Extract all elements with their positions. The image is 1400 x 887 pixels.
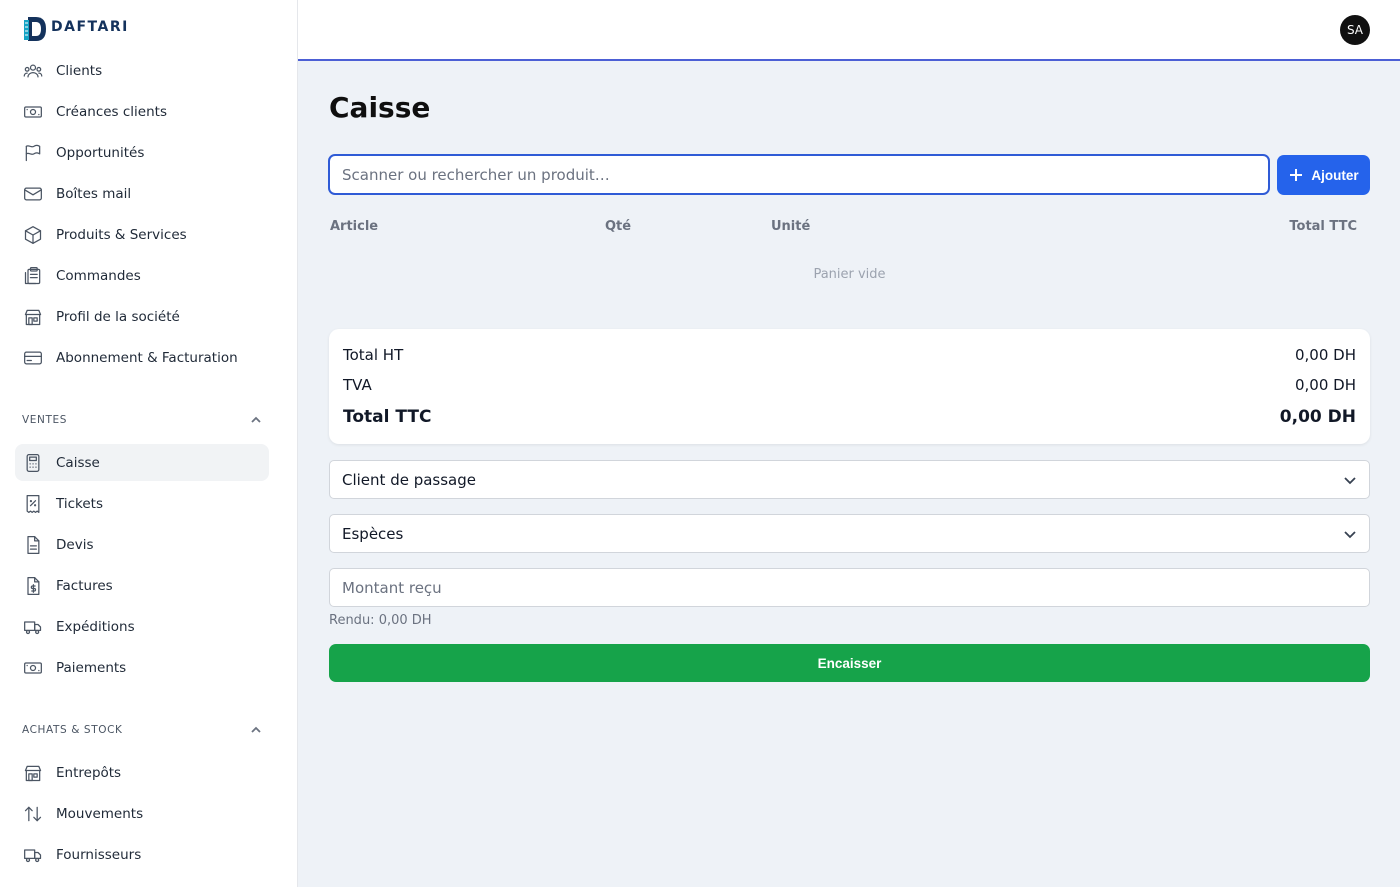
tva-label: TVA (343, 376, 372, 394)
amount-received-input[interactable] (329, 568, 1370, 607)
sidebar-item-label: Mouvements (56, 805, 144, 822)
sidebar-item-caisse[interactable]: Caisse (15, 444, 269, 481)
sidebar-item-label: Entrepôts (56, 764, 122, 781)
section-achats-toggle[interactable]: ACHATS & STOCK (22, 720, 262, 740)
total-ttc-label: Total TTC (343, 407, 432, 427)
sidebar-item-abonnement[interactable]: Abonnement & Facturation (15, 339, 269, 376)
mail-icon (22, 183, 44, 205)
sidebar-item-label: Opportunités (56, 144, 145, 161)
sidebar-item-label: Boîtes mail (56, 185, 132, 202)
brand-tagline (51, 36, 129, 39)
column-header-article: Article (330, 219, 379, 234)
logo-mark-icon (22, 14, 48, 44)
warehouse-icon (22, 762, 44, 784)
sidebar-item-commandes[interactable]: Commandes (15, 257, 269, 294)
receipt-icon (22, 493, 44, 515)
truck-icon (22, 616, 44, 638)
chevron-down-icon (1344, 530, 1356, 538)
sidebar-item-devis[interactable]: Devis (15, 526, 269, 563)
total-ttc-row: Total TTC 0,00 DH (343, 407, 1356, 427)
sidebar-item-label: Produits & Services (56, 226, 187, 243)
sidebar-item-label: Paiements (56, 659, 127, 676)
sidebar-item-factures[interactable]: Factures (15, 567, 269, 604)
totals-card: Total HT 0,00 DH TVA 0,00 DH Total TTC 0… (329, 329, 1370, 444)
sidebar-item-tickets[interactable]: Tickets (15, 485, 269, 522)
sidebar-item-boites-mail[interactable]: Boîtes mail (15, 175, 269, 212)
column-header-total-ttc: Total TTC (1289, 219, 1357, 234)
users-icon (22, 60, 44, 82)
sidebar-item-creances[interactable]: Créances clients (15, 93, 269, 130)
page-title: Caisse (329, 91, 431, 124)
sidebar-item-entrepots[interactable]: Entrepôts (15, 754, 269, 791)
truck-icon (22, 844, 44, 866)
total-ht-row: Total HT 0,00 DH (343, 346, 1356, 364)
total-ht-label: Total HT (343, 346, 404, 364)
sidebar-item-profil-societe[interactable]: Profil de la société (15, 298, 269, 335)
column-header-qte: Qté (605, 219, 632, 234)
sidebar-item-expeditions[interactable]: Expéditions (15, 608, 269, 645)
sidebar-item-label: Fournisseurs (56, 846, 142, 863)
sidebar-item-label: Devis (56, 536, 94, 553)
chevron-up-icon (250, 721, 262, 740)
sidebar-item-label: Caisse (56, 454, 100, 471)
clipboard-icon (22, 265, 44, 287)
banknote-icon (22, 657, 44, 679)
invoice-dollar-icon (22, 575, 44, 597)
box-icon (22, 224, 44, 246)
top-bar: SA (298, 0, 1400, 61)
sidebar-item-fournisseurs[interactable]: Fournisseurs (15, 836, 269, 873)
sidebar-item-label: Profil de la société (56, 308, 180, 325)
payment-method-value: Espèces (342, 524, 404, 543)
sidebar-item-label: Créances clients (56, 103, 167, 120)
client-select[interactable]: Client de passage (329, 460, 1370, 499)
add-button[interactable]: Ajouter (1277, 155, 1370, 195)
sidebar-item-opportunites[interactable]: Opportunités (15, 134, 269, 171)
brand-name: DAFTARI (51, 18, 129, 35)
chevron-down-icon (1344, 476, 1356, 484)
sidebar-item-paiements[interactable]: Paiements (15, 649, 269, 686)
avatar[interactable]: SA (1340, 15, 1370, 45)
sidebar-item-label: Clients (56, 62, 103, 79)
total-ht-value: 0,00 DH (1295, 346, 1356, 364)
sidebar-item-label: Abonnement & Facturation (56, 349, 238, 366)
sidebar-item-produits[interactable]: Produits & Services (15, 216, 269, 253)
calculator-icon (22, 452, 44, 474)
tva-row: TVA 0,00 DH (343, 376, 1356, 394)
logo[interactable]: DAFTARI (22, 14, 129, 44)
plus-icon (1290, 169, 1303, 181)
sidebar-item-label: Factures (56, 577, 113, 594)
section-ventes-toggle[interactable]: VENTES (22, 410, 262, 430)
add-button-label: Ajouter (1311, 167, 1359, 183)
banknote-icon (22, 101, 44, 123)
chevron-up-icon (250, 411, 262, 430)
credit-card-icon (22, 347, 44, 369)
sidebar: DAFTARI Clients Créances clients Opportu… (0, 0, 298, 887)
section-title: ACHATS & STOCK (22, 724, 123, 736)
sidebar-item-clients[interactable]: Clients (15, 52, 269, 89)
client-select-value: Client de passage (342, 470, 476, 489)
encaisser-button[interactable]: Encaisser (329, 644, 1370, 682)
flag-icon (22, 142, 44, 164)
section-title: VENTES (22, 414, 67, 426)
sidebar-item-label: Tickets (56, 495, 103, 512)
change-due-text: Rendu: 0,00 DH (329, 613, 432, 628)
sidebar-item-label: Commandes (56, 267, 141, 284)
store-icon (22, 306, 44, 328)
total-ttc-value: 0,00 DH (1279, 407, 1356, 427)
empty-cart-message: Panier vide (813, 267, 886, 282)
sidebar-item-label: Expéditions (56, 618, 135, 635)
product-search-input[interactable] (328, 154, 1270, 195)
arrows-up-down-icon (22, 803, 44, 825)
tva-value: 0,00 DH (1295, 376, 1356, 394)
column-header-unite: Unité (771, 219, 811, 234)
sidebar-item-mouvements[interactable]: Mouvements (15, 795, 269, 832)
payment-method-select[interactable]: Espèces (329, 514, 1370, 553)
document-icon (22, 534, 44, 556)
